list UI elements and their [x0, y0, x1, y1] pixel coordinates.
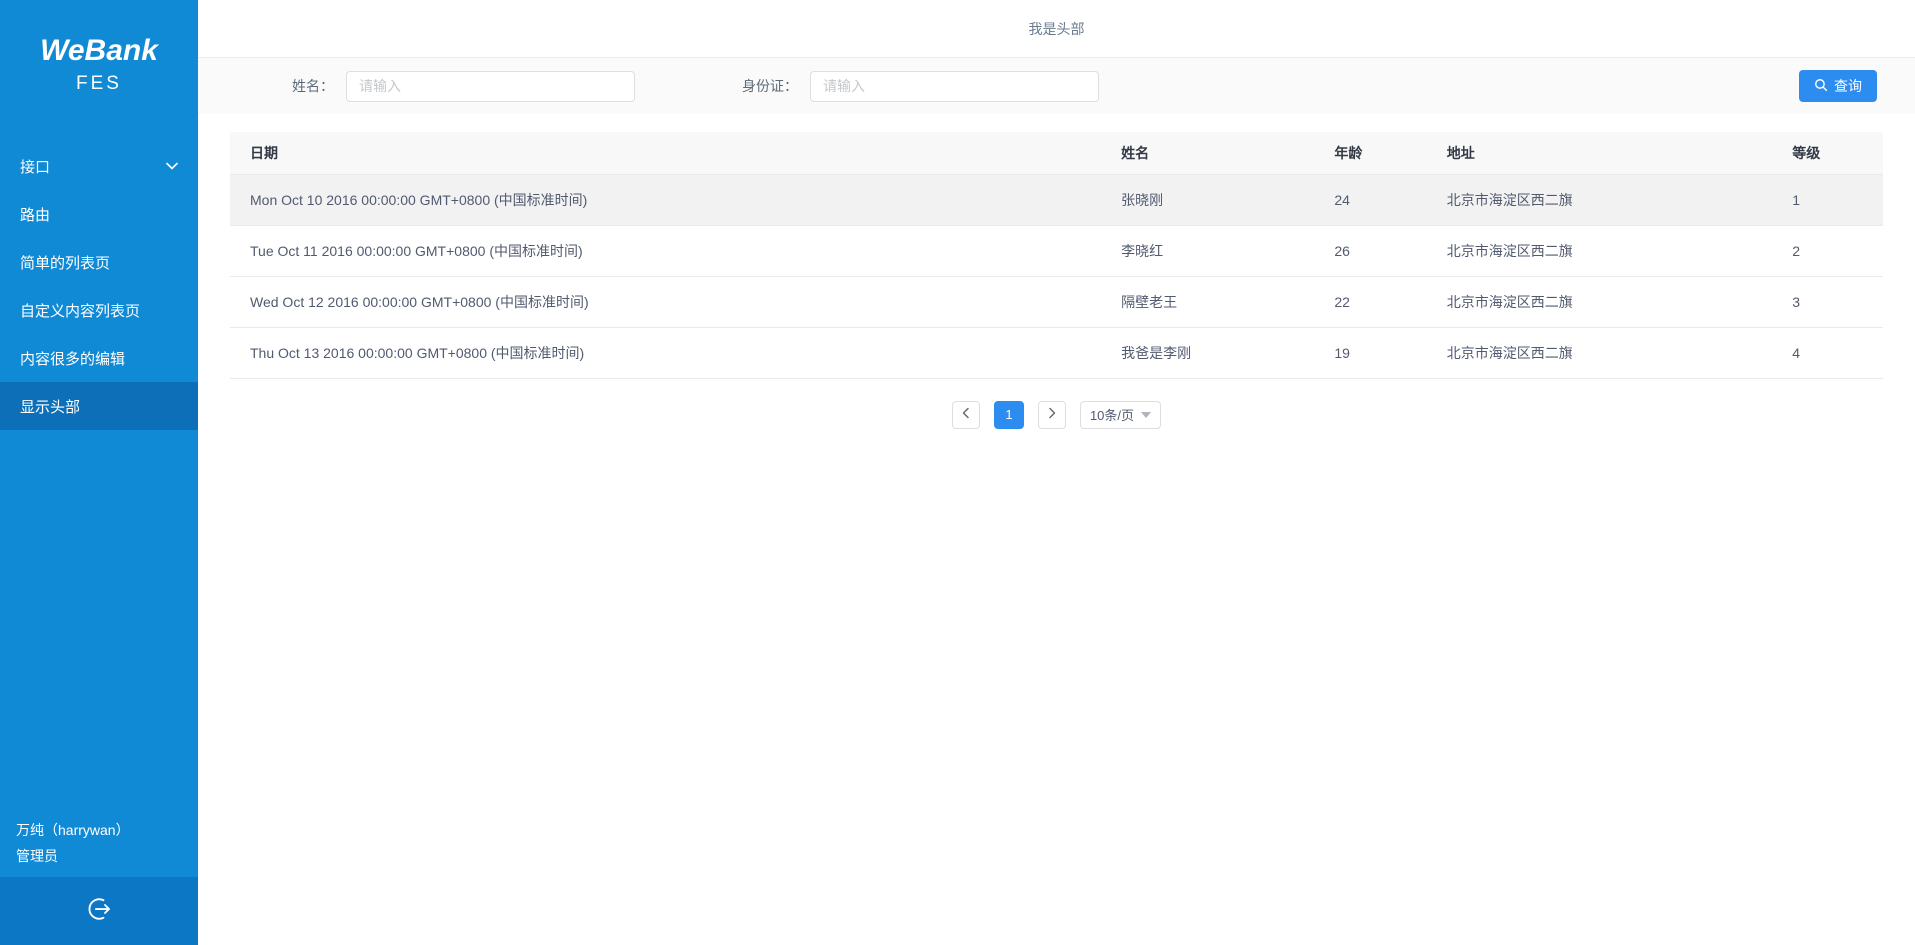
id-field-group: 身份证： — [742, 71, 1099, 102]
search-toolbar: 姓名： 身份证： 查询 — [198, 58, 1915, 114]
id-field-label: 身份证： — [742, 76, 798, 96]
user-role: 管理员 — [16, 843, 182, 869]
cell-level: 2 — [1772, 225, 1883, 276]
column-header-level: 等级 — [1772, 132, 1883, 174]
column-header-age: 年龄 — [1314, 132, 1426, 174]
sidebar-item-label: 显示头部 — [20, 396, 178, 417]
table-row[interactable]: Mon Oct 10 2016 00:00:00 GMT+0800 (中国标准时… — [230, 174, 1883, 225]
cell-age: 19 — [1314, 327, 1426, 378]
current-page-button[interactable]: 1 — [994, 401, 1024, 429]
cell-address: 北京市海淀区西二旗 — [1427, 174, 1772, 225]
cell-age: 24 — [1314, 174, 1426, 225]
query-button-label: 查询 — [1834, 76, 1862, 96]
cell-age: 26 — [1314, 225, 1426, 276]
page-header: 我是头部 — [198, 0, 1915, 58]
column-header-address: 地址 — [1427, 132, 1772, 174]
pagination: 1 10条/页 — [198, 401, 1915, 429]
column-header-name: 姓名 — [1101, 132, 1314, 174]
cell-date: Mon Oct 10 2016 00:00:00 GMT+0800 (中国标准时… — [230, 174, 1101, 225]
cell-name: 张晓刚 — [1101, 174, 1314, 225]
cell-level: 4 — [1772, 327, 1883, 378]
next-page-button[interactable] — [1038, 401, 1066, 429]
table-header-row: 日期 姓名 年龄 地址 等级 — [230, 132, 1883, 174]
sidebar-item-custom-list[interactable]: 自定义内容列表页 — [0, 286, 198, 334]
table-row[interactable]: Wed Oct 12 2016 00:00:00 GMT+0800 (中国标准时… — [230, 276, 1883, 327]
brand-logo: WeBank FES — [0, 0, 198, 98]
page-size-value: 10条/页 — [1090, 405, 1134, 424]
user-name: 万纯（harrywan） — [16, 817, 182, 843]
main-content: 我是头部 姓名： 身份证： 查询 — [198, 0, 1915, 945]
cell-age: 22 — [1314, 276, 1426, 327]
sidebar-item-label: 自定义内容列表页 — [20, 300, 178, 321]
chevron-left-icon — [961, 406, 971, 424]
sidebar-item-label: 内容很多的编辑 — [20, 348, 178, 369]
app-window: WeBank FES 接口 路由 简单的列表页 自定义内容列表页 内容很多的编辑 — [0, 0, 1915, 945]
sidebar-user-info: 万纯（harrywan） 管理员 — [0, 817, 198, 877]
table-row[interactable]: Thu Oct 13 2016 00:00:00 GMT+0800 (中国标准时… — [230, 327, 1883, 378]
sidebar-item-label: 接口 — [20, 156, 166, 177]
name-field-group: 姓名： — [292, 71, 635, 102]
cell-name: 李晓红 — [1101, 225, 1314, 276]
cell-level: 1 — [1772, 174, 1883, 225]
cell-name: 我爸是李刚 — [1101, 327, 1314, 378]
page-size-select[interactable]: 10条/页 — [1080, 401, 1161, 429]
sidebar-item-route[interactable]: 路由 — [0, 190, 198, 238]
chevron-right-icon — [1047, 406, 1057, 424]
data-table: 日期 姓名 年龄 地址 等级 Mon Oct 10 2016 00:00:00 … — [230, 132, 1883, 379]
sidebar-item-rich-edit[interactable]: 内容很多的编辑 — [0, 334, 198, 382]
chevron-down-icon — [166, 162, 178, 170]
caret-down-icon — [1141, 412, 1151, 418]
table-row[interactable]: Tue Oct 11 2016 00:00:00 GMT+0800 (中国标准时… — [230, 225, 1883, 276]
cell-date: Wed Oct 12 2016 00:00:00 GMT+0800 (中国标准时… — [230, 276, 1101, 327]
id-card-input[interactable] — [810, 71, 1099, 102]
magnifier-icon — [1814, 78, 1828, 95]
sidebar: WeBank FES 接口 路由 简单的列表页 自定义内容列表页 内容很多的编辑 — [0, 0, 198, 945]
name-input[interactable] — [346, 71, 635, 102]
cell-address: 北京市海淀区西二旗 — [1427, 327, 1772, 378]
sidebar-item-show-header[interactable]: 显示头部 — [0, 382, 198, 430]
sidebar-nav: 接口 路由 简单的列表页 自定义内容列表页 内容很多的编辑 显示头部 — [0, 142, 198, 430]
cell-date: Thu Oct 13 2016 00:00:00 GMT+0800 (中国标准时… — [230, 327, 1101, 378]
logout-button[interactable] — [0, 877, 198, 945]
cell-date: Tue Oct 11 2016 00:00:00 GMT+0800 (中国标准时… — [230, 225, 1101, 276]
sidebar-item-simple-list[interactable]: 简单的列表页 — [0, 238, 198, 286]
prev-page-button[interactable] — [952, 401, 980, 429]
sidebar-item-label: 简单的列表页 — [20, 252, 178, 273]
cell-address: 北京市海淀区西二旗 — [1427, 225, 1772, 276]
column-header-date: 日期 — [230, 132, 1101, 174]
brand-logo-subtitle: FES — [0, 70, 198, 98]
cell-name: 隔壁老王 — [1101, 276, 1314, 327]
cell-address: 北京市海淀区西二旗 — [1427, 276, 1772, 327]
sidebar-item-label: 路由 — [20, 204, 178, 225]
name-field-label: 姓名： — [292, 76, 334, 96]
logout-circle-arrow-icon — [84, 894, 114, 929]
sidebar-item-api[interactable]: 接口 — [0, 142, 198, 190]
page-title: 我是头部 — [1029, 19, 1085, 39]
cell-level: 3 — [1772, 276, 1883, 327]
brand-logo-text: WeBank — [0, 32, 198, 70]
query-button[interactable]: 查询 — [1799, 70, 1877, 102]
current-page-number: 1 — [1005, 407, 1012, 422]
